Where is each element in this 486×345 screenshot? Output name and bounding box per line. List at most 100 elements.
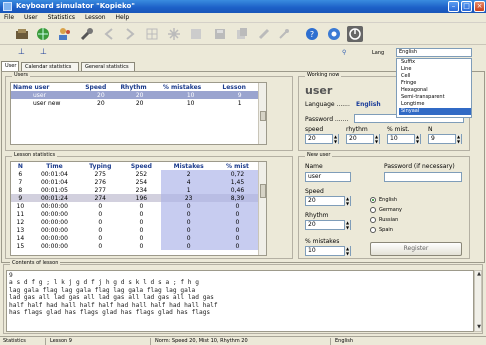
lesson-line: has flags glad has flags glad has flags … xyxy=(9,309,211,317)
back-icon[interactable] xyxy=(101,26,117,42)
lang-option[interactable]: Semi-transparent xyxy=(399,94,471,101)
new-speed-spinner[interactable]: ▲ ▼ xyxy=(344,196,350,206)
new-password-field[interactable] xyxy=(384,172,462,182)
speed-spinner[interactable]: ▲ ▼ xyxy=(332,134,338,144)
asterisk-icon[interactable] xyxy=(166,26,182,42)
lang-select[interactable]: English xyxy=(396,48,472,57)
table-row[interactable]: 11 00:00:00 0 0 0 0 xyxy=(11,210,259,218)
col-mistakes[interactable]: Mistakes xyxy=(161,162,215,170)
copy-icon[interactable] xyxy=(234,26,250,42)
lang-option[interactable]: Sinyaal xyxy=(399,108,471,115)
new-name-field[interactable]: user xyxy=(305,172,351,182)
lesson-text: 9a s d f g ; l k j g d f j h g d s k l d… xyxy=(9,272,471,316)
lesson-line: half half had hall half half had hall ha… xyxy=(9,301,218,309)
menu-user[interactable]: User xyxy=(20,13,42,22)
radio-germany[interactable] xyxy=(370,207,376,213)
table-row[interactable]: user 20 20 10 9 xyxy=(11,91,259,99)
lesson-line: 9 xyxy=(9,272,13,279)
stop-icon[interactable] xyxy=(347,26,363,42)
wrench-icon[interactable] xyxy=(79,26,95,42)
lang-dropdown-list[interactable]: Suffix Line Cell Fringe Hexagonal Semi-transp… xyxy=(396,58,472,118)
table-row[interactable]: 9 00:01:24 274 196 23 8,39 xyxy=(11,194,259,202)
language-label: Language ....... xyxy=(305,101,350,108)
new-mist-spinner[interactable]: ▲ ▼ xyxy=(344,246,350,256)
rhythm-spinner[interactable]: ▲ ▼ xyxy=(373,134,379,144)
status-lesson: Lesson 9 xyxy=(50,338,72,344)
tab-user[interactable]: User xyxy=(1,61,19,71)
status-lang: English xyxy=(335,338,354,344)
scroll-thumb[interactable] xyxy=(260,184,266,198)
radio-spain-label: Spain xyxy=(379,227,393,233)
settings-icon[interactable] xyxy=(326,26,342,42)
table-row[interactable]: 13 00:00:00 0 0 0 0 xyxy=(11,226,259,234)
col-n[interactable]: N xyxy=(11,162,30,170)
lang-option[interactable]: Line xyxy=(399,66,471,73)
lang-option[interactable]: Cell xyxy=(399,73,471,80)
tab-calendar-statistics[interactable]: Calendar statistics xyxy=(21,62,79,71)
lesson-text-area[interactable]: 9a s d f g ; l k j g d f j h g d s k l d… xyxy=(6,270,474,332)
col-speed[interactable]: Speed xyxy=(121,162,161,170)
status-bar: Statistics Lesson 9 Norm: Speed 20, Mist… xyxy=(0,336,486,345)
table-row[interactable]: 6 00:01:04 275 252 2 0,72 xyxy=(11,170,259,178)
open-icon[interactable] xyxy=(14,26,30,42)
lang-option[interactable]: Longtime xyxy=(399,101,471,108)
lang-option[interactable]: Hexagonal xyxy=(399,87,471,94)
table-row[interactable]: 7 00:01:04 276 254 4 1,45 xyxy=(11,178,259,186)
scroll-thumb[interactable] xyxy=(260,111,266,121)
paint-icon[interactable] xyxy=(256,26,272,42)
pin2-icon[interactable]: ⊥ xyxy=(40,47,47,56)
speed-label: speed xyxy=(305,126,324,133)
svg-text:?: ? xyxy=(310,30,314,39)
new-rhythm-spinner[interactable]: ▲ ▼ xyxy=(344,220,350,230)
save-icon[interactable] xyxy=(212,26,228,42)
col-pct-mist[interactable]: % mist xyxy=(216,162,259,170)
lang-option[interactable]: Suffix xyxy=(399,59,471,66)
tab-general-statistics[interactable]: General statistics xyxy=(81,62,135,71)
grid-icon[interactable] xyxy=(144,26,160,42)
globe-icon[interactable] xyxy=(35,26,51,42)
table-row[interactable]: 12 00:00:00 0 0 0 0 xyxy=(11,218,259,226)
register-button[interactable]: Register xyxy=(370,242,462,256)
users-group-title: Users xyxy=(12,72,31,78)
minimize-button[interactable]: – xyxy=(448,1,459,12)
mist-spinner[interactable]: ▲ ▼ xyxy=(414,134,420,144)
toolbar: ? xyxy=(0,23,486,45)
lesson-scrollbar[interactable]: ▲ ▼ xyxy=(474,270,482,332)
menu-help[interactable]: Help xyxy=(112,13,134,22)
users-scrollbar[interactable] xyxy=(258,83,266,144)
brush-icon[interactable] xyxy=(276,26,292,42)
app-icon xyxy=(3,2,12,11)
radio-english[interactable] xyxy=(370,197,376,203)
col-rhythm[interactable]: Rhythm xyxy=(118,83,160,91)
close-button[interactable]: × xyxy=(474,1,485,12)
lang-option[interactable]: Fringe xyxy=(399,80,471,87)
lesson-stats-table: N Time Typing Speed Mistakes % mist 6 00:… xyxy=(11,162,259,250)
col-name-user[interactable]: Name user xyxy=(11,83,83,91)
new-password-label: Password (if necessary) xyxy=(384,163,455,170)
radio-russian[interactable] xyxy=(370,217,376,223)
lesson-stats-scrollbar[interactable] xyxy=(258,162,266,255)
col-lesson[interactable]: Lesson xyxy=(220,83,259,91)
current-user-name: user xyxy=(305,84,333,97)
table-row[interactable]: 15 00:00:00 0 0 0 0 xyxy=(11,242,259,250)
col-mistakes[interactable]: % mistakes xyxy=(161,83,221,91)
help-icon[interactable]: ? xyxy=(304,26,320,42)
table-row[interactable]: 8 00:01:05 277 234 1 0,46 xyxy=(11,186,259,194)
col-time[interactable]: Time xyxy=(30,162,80,170)
grid2-icon[interactable] xyxy=(188,26,204,42)
table-row[interactable]: user new 20 20 10 1 xyxy=(11,99,259,107)
col-typing[interactable]: Typing xyxy=(79,162,121,170)
pin-icon[interactable]: ⊥ xyxy=(18,47,25,56)
menu-lesson[interactable]: Lesson xyxy=(81,13,110,22)
table-row[interactable]: 10 00:00:00 0 0 0 0 xyxy=(11,202,259,210)
col-speed[interactable]: Speed xyxy=(83,83,118,91)
menu-file[interactable]: File xyxy=(0,13,18,22)
table-row[interactable]: 14 00:00:00 0 0 0 0 xyxy=(11,234,259,242)
users-icon[interactable] xyxy=(57,26,73,42)
n-spinner[interactable]: ▲ ▼ xyxy=(455,134,461,144)
window-title: Keyboard simulator "Kopieko" xyxy=(16,2,135,10)
maximize-button[interactable]: □ xyxy=(461,1,472,12)
forward-icon[interactable] xyxy=(122,26,138,42)
menu-statistics[interactable]: Statistics xyxy=(44,13,79,22)
radio-spain[interactable] xyxy=(370,227,376,233)
